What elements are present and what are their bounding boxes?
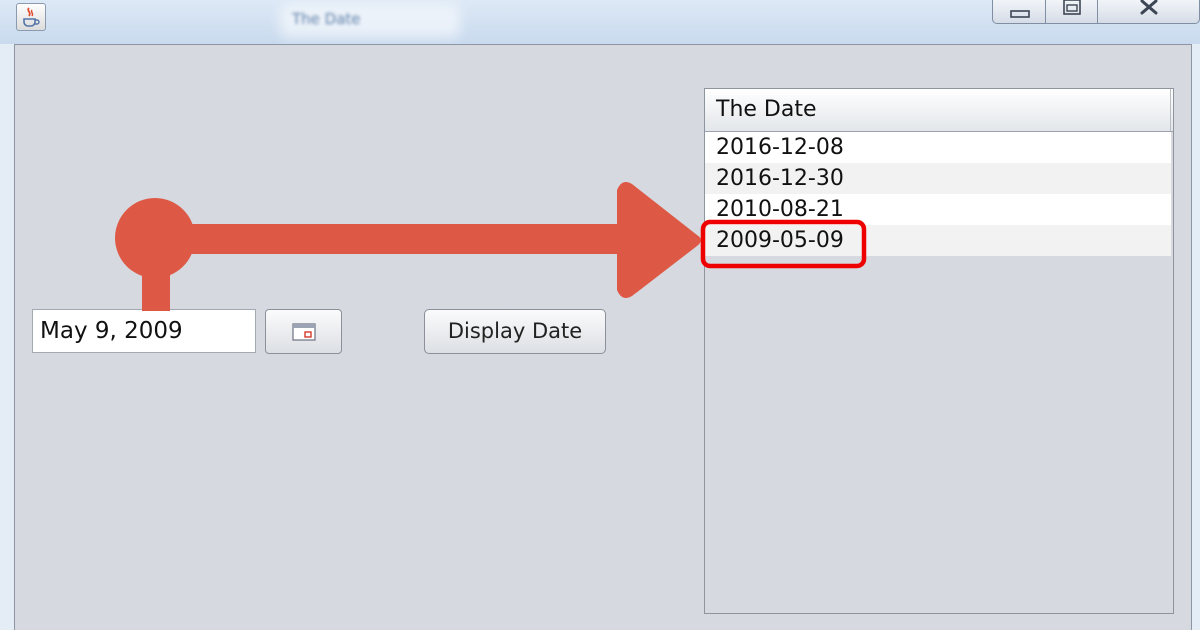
table-row[interactable]: 2009-05-09 <box>705 225 1171 256</box>
date-input[interactable]: May 9, 2009 <box>32 309 256 353</box>
table-body: 2016-12-08 2016-12-30 2010-08-21 2009-05… <box>705 132 1171 256</box>
window-left-border <box>0 44 14 630</box>
screen: The Date May 9, 2009 Display Date The Da… <box>0 0 1200 630</box>
calendar-icon <box>292 323 316 341</box>
window-controls <box>992 0 1200 24</box>
window-right-border <box>1192 44 1200 630</box>
table-row[interactable]: 2016-12-08 <box>705 132 1171 163</box>
minimize-icon <box>1010 10 1030 18</box>
calendar-button[interactable] <box>265 309 342 354</box>
table-header: The Date <box>705 89 1173 132</box>
window-title: The Date <box>292 10 361 28</box>
date-table[interactable]: The Date 2016-12-08 2016-12-30 2010-08-2… <box>704 88 1174 614</box>
window-titlebar[interactable]: The Date <box>0 0 1200 44</box>
column-header-the-date[interactable]: The Date <box>705 89 1171 131</box>
java-coffee-cup-icon[interactable] <box>16 3 46 31</box>
close-icon <box>1140 0 1158 15</box>
close-button[interactable] <box>1098 0 1200 24</box>
minimize-button[interactable] <box>992 0 1046 24</box>
table-row[interactable]: 2016-12-30 <box>705 163 1171 194</box>
display-date-button[interactable]: Display Date <box>424 309 606 354</box>
maximize-icon <box>1063 0 1081 15</box>
maximize-button[interactable] <box>1046 0 1098 24</box>
table-row[interactable]: 2010-08-21 <box>705 194 1171 225</box>
